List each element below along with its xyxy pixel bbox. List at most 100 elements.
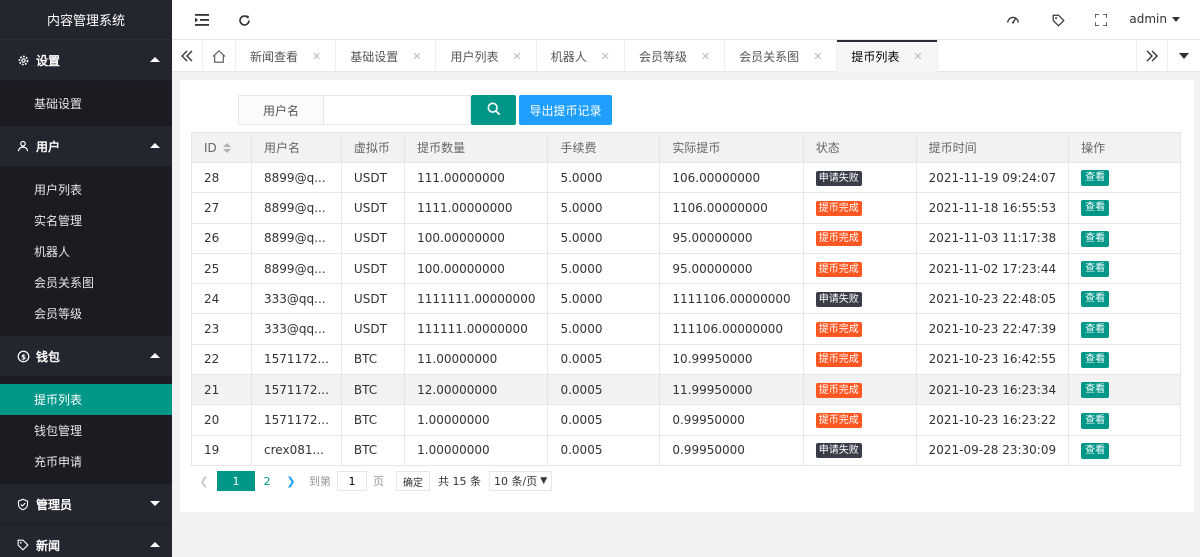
cell-actual: 95.00000000	[659, 222, 804, 254]
sort-icon[interactable]	[222, 143, 231, 153]
sidebar-item-member-graph[interactable]: 会员关系图	[0, 267, 172, 298]
cell-action: 查看	[1068, 161, 1181, 194]
sidebar-item-member-level[interactable]: 会员等级	[0, 298, 172, 329]
view-button[interactable]: 查看	[1081, 291, 1110, 308]
menu-fold-icon[interactable]	[194, 12, 210, 28]
close-icon[interactable]: ✕	[312, 50, 321, 63]
nav-group-users[interactable]: 用户	[0, 126, 172, 167]
cell-id: 27	[190, 192, 253, 224]
export-button[interactable]: 导出提币记录	[519, 95, 612, 125]
nav-children-settings: 基础设置	[0, 81, 172, 126]
view-button[interactable]: 查看	[1081, 351, 1110, 368]
status-badge: 申请失败	[815, 443, 862, 459]
cell-username: crex081...	[251, 434, 342, 466]
goto-confirm-button[interactable]: 确定	[396, 471, 430, 491]
view-button[interactable]: 查看	[1081, 261, 1110, 278]
cell-time: 2021-10-23 22:47:39	[915, 313, 1070, 345]
cell-time: 2021-11-18 16:55:53	[915, 192, 1070, 224]
search-button[interactable]	[471, 95, 516, 125]
cell-coin: BTC	[340, 434, 406, 466]
cell-action: 查看	[1068, 374, 1181, 406]
cell-id: 23	[190, 313, 253, 345]
cell-amount: 1.00000000	[404, 434, 549, 466]
nav-children-wallet: 提币列表 钱包管理 充币申请	[0, 377, 172, 484]
tab-label: 新闻查看	[250, 49, 299, 64]
page-size-select[interactable]: 10 条/页 ▼	[489, 471, 553, 491]
sidebar-item-wallet-manage[interactable]: 钱包管理	[0, 415, 172, 446]
cell-fee: 5.0000	[547, 161, 661, 194]
tag-icon	[16, 538, 30, 552]
tab-withdraw-list[interactable]: 提币列表 ✕	[837, 40, 938, 72]
tag-icon[interactable]	[1050, 12, 1066, 28]
user-menu[interactable]: admin	[1129, 12, 1180, 26]
tab-user-list[interactable]: 用户列表 ✕	[436, 40, 537, 72]
cell-username: 333@qq...	[251, 313, 342, 345]
close-icon[interactable]: ✕	[412, 50, 421, 63]
cell-status: 提币完成	[802, 192, 917, 224]
cell-username: 8899@q...	[251, 252, 342, 285]
close-icon[interactable]: ✕	[813, 50, 822, 63]
cell-actual: 0.99950000	[659, 404, 804, 436]
tabs-scroll-right-icon[interactable]	[1136, 40, 1168, 72]
view-button[interactable]: 查看	[1081, 200, 1110, 217]
cell-id: 28	[190, 161, 253, 194]
home-icon[interactable]	[203, 40, 236, 72]
refresh-icon[interactable]	[236, 12, 252, 28]
view-button[interactable]: 查看	[1081, 412, 1110, 429]
tab-member-graph[interactable]: 会员关系图 ✕	[725, 40, 838, 72]
close-icon[interactable]: ✕	[701, 50, 710, 63]
sidebar-item-basic-settings[interactable]: 基础设置	[0, 88, 172, 119]
tab-robot[interactable]: 机器人 ✕	[537, 40, 625, 72]
view-button[interactable]: 查看	[1081, 230, 1110, 247]
nav-group-admins[interactable]: 管理员	[0, 484, 172, 525]
tab-member-level[interactable]: 会员等级 ✕	[625, 40, 726, 72]
page-current[interactable]: 1	[217, 471, 255, 491]
prev-page-icon[interactable]: ❮	[191, 471, 217, 491]
column-header-id[interactable]: ID	[190, 132, 253, 163]
view-button[interactable]: 查看	[1081, 442, 1110, 459]
sidebar: 内容管理系统 设置 基础设置 用户 用户列表 实名管理 机器人 会员关系图 会员…	[0, 0, 172, 557]
withdraw-table: ID 用户名 虚拟币 提币数量 手续费 实际提币 状态 提币时间 操作 28 88…	[190, 132, 1181, 466]
sidebar-item-withdraw-list[interactable]: 提币列表	[0, 384, 172, 415]
cell-status: 提币完成	[802, 313, 917, 345]
table-row: 23 333@qq... USDT 111111.00000000 5.0000 1111…	[190, 313, 1181, 345]
nav-group-settings[interactable]: 设置	[0, 40, 172, 81]
cell-id: 20	[190, 404, 253, 436]
chevron-up-icon	[150, 353, 160, 358]
goto-page-input[interactable]	[337, 471, 367, 491]
tabs-menu-icon[interactable]	[1168, 40, 1200, 72]
close-icon[interactable]: ✕	[913, 50, 922, 63]
cell-status: 申请失败	[802, 283, 917, 315]
sidebar-item-deposit-apply[interactable]: 充币申请	[0, 446, 172, 477]
cell-id: 22	[190, 343, 253, 376]
cell-username: 1571172...	[251, 404, 342, 436]
next-page-icon[interactable]: ❯	[279, 471, 303, 491]
view-button[interactable]: 查看	[1081, 170, 1110, 187]
sidebar-item-real-name[interactable]: 实名管理	[0, 205, 172, 236]
cell-action: 查看	[1068, 222, 1181, 254]
caret-down-icon	[1172, 16, 1180, 22]
page-2[interactable]: 2	[255, 471, 279, 491]
theme-icon[interactable]	[1005, 12, 1021, 28]
cell-action: 查看	[1068, 252, 1181, 285]
column-header-username: 用户名	[251, 132, 342, 163]
cell-amount: 1111111.00000000	[404, 283, 549, 315]
view-button[interactable]: 查看	[1081, 321, 1110, 338]
nav-group-news[interactable]: 新闻	[0, 525, 172, 557]
sidebar-item-robot[interactable]: 机器人	[0, 236, 172, 267]
close-icon[interactable]: ✕	[512, 50, 521, 63]
tabs-scroll-left-icon[interactable]	[172, 40, 203, 72]
fullscreen-icon[interactable]	[1093, 12, 1109, 28]
username-search-input[interactable]	[323, 95, 471, 125]
cell-fee: 5.0000	[547, 192, 661, 224]
close-icon[interactable]: ✕	[601, 50, 610, 63]
tab-basic-settings[interactable]: 基础设置 ✕	[336, 40, 437, 72]
view-button[interactable]: 查看	[1081, 382, 1110, 399]
nav-group-wallet[interactable]: $ 钱包	[0, 336, 172, 377]
content-card: 用户名 导出提币记录 ID 用户名 虚拟币 提币数量 手续费 实际提币 状态 提…	[180, 80, 1194, 512]
table-row: 24 333@qq... USDT 1111111.00000000 5.0000 111…	[190, 283, 1181, 315]
tab-news-view[interactable]: 新闻查看 ✕	[236, 40, 337, 72]
sidebar-item-user-list[interactable]: 用户列表	[0, 174, 172, 205]
cell-time: 2021-10-23 16:23:34	[915, 374, 1070, 406]
tab-list: 新闻查看 ✕ 基础设置 ✕ 用户列表 ✕ 机器人 ✕ 会员等级 ✕ 会员关系图 ✕ 提币列表…	[236, 40, 938, 72]
